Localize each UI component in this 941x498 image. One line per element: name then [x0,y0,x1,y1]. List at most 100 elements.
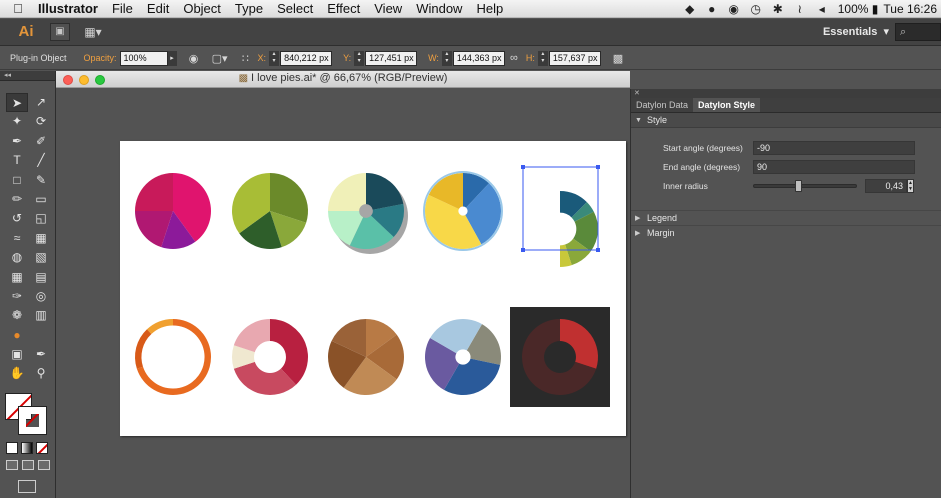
menu-effect[interactable]: Effect [320,0,367,18]
pie-chart-8[interactable] [328,319,405,395]
free-transform-tool-icon[interactable]: ▦ [30,229,52,248]
type-tool-icon[interactable]: T [6,151,28,170]
y-input[interactable]: 127,451 px [365,50,418,66]
eraser-tool-icon[interactable]: ▭ [30,190,52,209]
artboard-tool-icon[interactable]: ▣ [6,345,28,364]
transform-icon[interactable]: ▩ [609,52,627,65]
bridge-button[interactable]: ▣ [50,23,70,41]
section-margin[interactable]: ▶ Margin [631,225,941,240]
symbol-sprayer-tool-icon[interactable]: ❁ [6,306,28,325]
pencil-tool-icon[interactable]: ✏ [6,190,28,209]
pie-chart-3[interactable] [328,173,408,254]
rotate-tool-icon[interactable]: ↺ [6,209,28,228]
selection-tool-icon[interactable]: ➤ [6,93,28,112]
start-angle-input[interactable]: -90 [753,141,915,155]
apple-icon[interactable]:  [0,1,36,16]
pie-chart-5[interactable] [521,165,600,267]
menu-edit[interactable]: Edit [140,0,176,18]
section-style[interactable]: ▼ Style [631,113,941,128]
menu-view[interactable]: View [367,0,409,18]
tab-datylon-style[interactable]: Datylon Style [693,98,761,112]
draw-behind-icon[interactable] [22,460,34,470]
rectangle-tool-icon[interactable]: □ [6,171,28,190]
inner-radius-input[interactable]: 0,43 [865,179,907,193]
y-stepper-icon[interactable]: ▴ ▾ [354,50,365,66]
color-mode-icon[interactable] [6,442,18,454]
end-angle-input[interactable]: 90 [753,160,915,174]
h-stepper-icon[interactable]: ▴ ▾ [537,50,548,66]
w-input[interactable]: 144,363 px [452,50,505,66]
time-machine-icon[interactable]: ◷ [745,2,767,16]
reference-point-icon[interactable]: ∷ [237,52,255,65]
inner-radius-stepper-icon[interactable]: ▲ ▼ [907,179,914,193]
screen-mode-icon[interactable] [18,480,36,493]
clock[interactable]: Tue 16:26 [883,2,941,16]
width-tool-icon[interactable]: ≈ [6,229,28,248]
selection-handle[interactable] [521,248,525,252]
pen-tool-icon[interactable]: ✒ [6,132,28,151]
column-graph-tool-icon[interactable]: ▥ [30,306,52,325]
menu-window[interactable]: Window [409,0,469,18]
volume-icon[interactable]: ◂ [811,2,833,16]
workspace-switcher[interactable]: Essentials ▾ [823,23,889,41]
blend-tool-icon[interactable]: ◎ [30,287,52,306]
pie-chart-1[interactable] [135,173,211,249]
mesh-tool-icon[interactable]: ▦ [6,268,28,287]
x-stepper-icon[interactable]: ▴ ▾ [269,50,280,66]
tools-collapse-icon[interactable]: ◂◂ [0,71,55,81]
wifi-icon[interactable]: ≀ [789,2,811,16]
pie-chart-10[interactable] [510,307,610,407]
opacity-label[interactable]: Opacity: [81,53,120,63]
constrain-proportions-icon[interactable]: ∞ [505,52,523,64]
none-mode-icon[interactable] [36,442,48,454]
magic-wand-tool-icon[interactable]: ✦ [6,112,28,131]
menu-help[interactable]: Help [469,0,510,18]
gradient-tool-icon[interactable]: ▤ [30,268,52,287]
bluetooth-icon[interactable]: ✱ [767,2,789,16]
x-input[interactable]: 840,212 px [280,50,333,66]
inner-radius-slider-handle[interactable] [794,180,802,192]
draw-inside-icon[interactable] [38,460,50,470]
selection-handle[interactable] [596,165,600,169]
menu-object[interactable]: Object [176,0,228,18]
hand-tool-icon[interactable]: ✋ [6,364,28,383]
battery-status[interactable]: 100% ▮ [833,2,884,16]
pie-chart-4[interactable] [423,171,503,251]
line-tool-icon[interactable]: ╱ [30,151,52,170]
zoom-tool-icon[interactable]: ⚲ [30,364,52,383]
selection-handle[interactable] [596,248,600,252]
messenger-icon[interactable]: ● [701,2,723,16]
shape-builder-tool-icon[interactable]: ◍ [6,248,28,267]
perspective-grid-tool-icon[interactable]: ▧ [30,248,52,267]
slice-tool-icon[interactable]: ✒ [30,345,52,364]
h-input[interactable]: 157,637 px [548,50,601,66]
arrange-documents-button[interactable]: ▦▾ [80,23,106,41]
creative-cloud-icon[interactable]: ◉ [723,2,745,16]
pie-chart-2[interactable] [232,173,308,249]
panel-close-icon[interactable]: ✕ [631,89,941,98]
opacity-input[interactable]: 100% [119,50,168,66]
paintbrush-tool-icon[interactable]: ✎ [30,171,52,190]
search-input[interactable]: ⌕ [895,23,941,41]
scale-tool-icon[interactable]: ◱ [30,209,52,228]
recolor-icon[interactable]: ◉ [185,52,203,65]
menu-select[interactable]: Select [270,0,320,18]
artboard[interactable] [120,141,626,436]
tab-datylon-data[interactable]: Datylon Data [631,98,693,112]
eyedropper-tool-icon[interactable]: ✑ [6,287,28,306]
pie-chart-6[interactable] [135,319,212,395]
datylon-plugin-icon[interactable]: ● [6,326,28,345]
pie-chart-7[interactable] [232,319,308,395]
align-icon[interactable]: ▢▾ [211,52,229,65]
curvature-tool-icon[interactable]: ✐ [30,132,52,151]
lasso-tool-icon[interactable]: ⟳ [30,112,52,131]
direct-selection-tool-icon[interactable]: ↗ [30,93,52,112]
section-legend[interactable]: ▶ Legend [631,210,941,225]
pie-chart-9[interactable] [425,319,501,395]
stroke-swatch[interactable] [18,406,47,435]
opacity-dropdown-icon[interactable]: ▸ [167,50,177,66]
gradient-mode-icon[interactable] [21,442,33,454]
inner-radius-slider[interactable] [753,180,857,192]
draw-normal-icon[interactable] [6,460,18,470]
menu-file[interactable]: File [105,0,140,18]
